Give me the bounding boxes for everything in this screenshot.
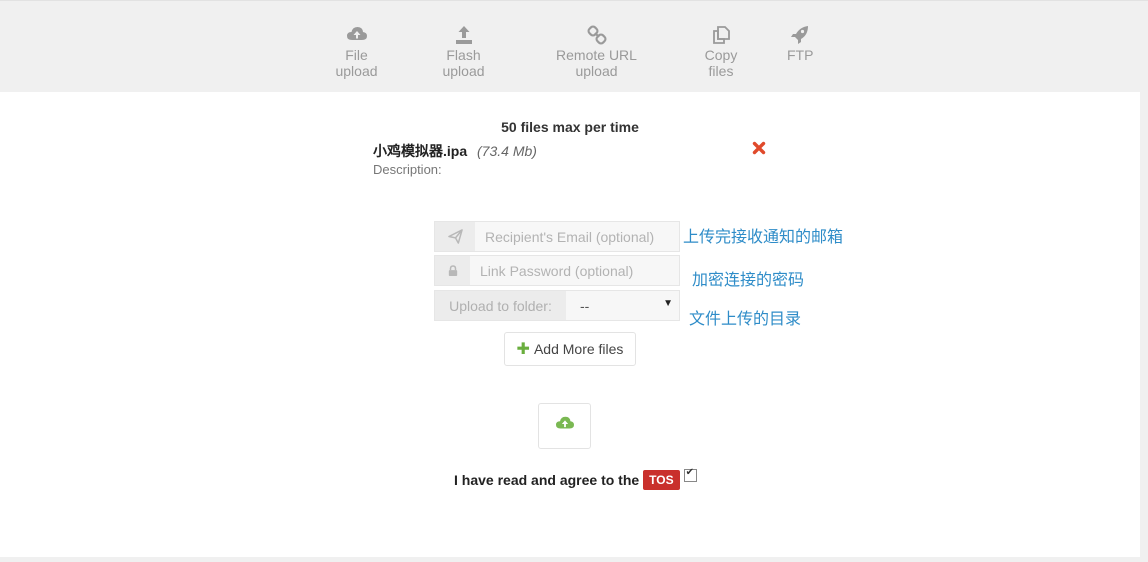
folder-select-value: --: [580, 297, 590, 314]
description-label: Description:: [373, 162, 442, 177]
email-field-group: [434, 221, 680, 252]
start-upload-button[interactable]: [538, 403, 591, 449]
tab-flash-upload[interactable]: Flash upload: [426, 25, 501, 79]
tos-link[interactable]: TOS: [643, 470, 680, 490]
file-size: (73.4 Mb): [477, 143, 537, 159]
tab-label: Copy files: [704, 47, 738, 79]
paper-plane-icon: [435, 222, 476, 251]
max-files-note: 50 files max per time: [501, 119, 639, 135]
folder-field-group: Upload to folder: -- ▼: [434, 290, 680, 321]
caret-down-icon: ▼: [663, 298, 673, 309]
tos-agreement: I have read and agree to the TOS: [454, 467, 697, 490]
password-note: 加密连接的密码: [692, 272, 805, 289]
remove-file-icon[interactable]: [752, 141, 766, 155]
file-name: 小鸡模拟器.ipa: [373, 143, 468, 159]
rocket-icon: [789, 25, 811, 45]
add-more-files-button[interactable]: ✚ Add More files: [504, 332, 636, 366]
copy-icon: [710, 25, 732, 45]
folder-note: 文件上传的目录: [689, 311, 802, 328]
tab-label: Flash upload: [442, 47, 485, 79]
recipient-email-input[interactable]: [475, 222, 679, 251]
link-icon: [586, 25, 608, 45]
lock-icon: [435, 256, 471, 285]
cloud-upload-icon: [555, 415, 575, 438]
upload-method-tabs: File upload Flash upload Remote URL uplo…: [0, 0, 1148, 93]
tab-remote-url-upload[interactable]: Remote URL upload: [538, 25, 655, 79]
tab-file-upload[interactable]: File upload: [325, 25, 388, 79]
email-note: 上传完接收通知的邮箱: [683, 229, 844, 246]
tab-ftp[interactable]: FTP: [787, 25, 813, 63]
tab-label: FTP: [787, 47, 814, 63]
tab-copy-files[interactable]: Copy files: [692, 25, 750, 79]
file-entry: 小鸡模拟器.ipa (73.4 Mb): [373, 141, 537, 161]
tab-label: Remote URL upload: [556, 47, 637, 79]
upload-folder-label: Upload to folder:: [435, 291, 566, 320]
tab-label: File upload: [335, 47, 378, 79]
link-password-input[interactable]: [470, 256, 679, 285]
cloud-upload-icon: [346, 25, 368, 45]
tos-text: I have read and agree to the: [454, 472, 640, 488]
tos-checkbox[interactable]: [683, 467, 697, 482]
upload-panel: 50 files max per time 小鸡模拟器.ipa (73.4 Mb…: [0, 92, 1140, 557]
upload-icon: [453, 25, 475, 45]
add-more-files-label: Add More files: [533, 341, 624, 357]
password-field-group: [434, 255, 680, 286]
plus-icon: ✚: [516, 341, 530, 358]
upload-folder-select[interactable]: -- ▼: [566, 291, 679, 320]
